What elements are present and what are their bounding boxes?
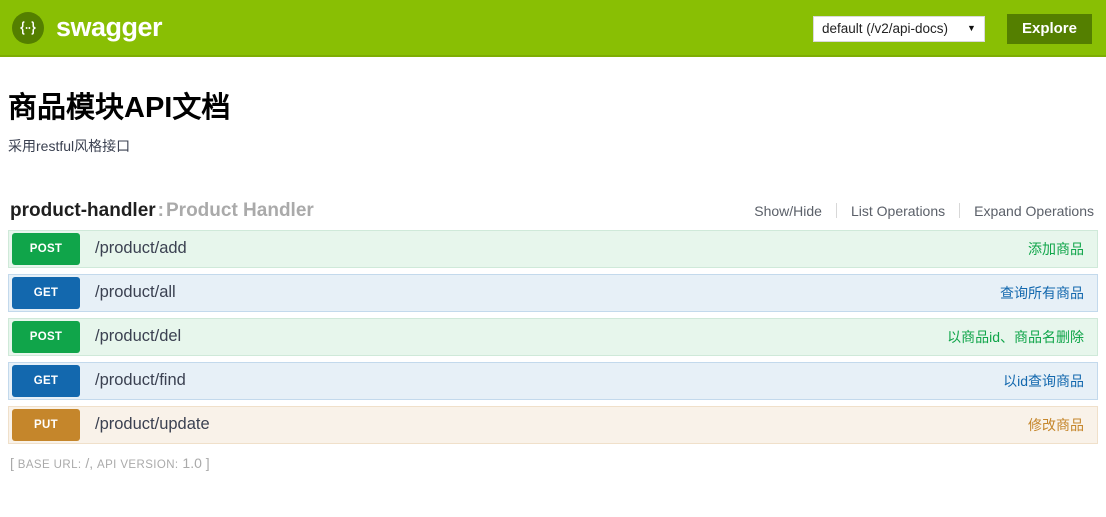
api-version-value: 1.0 <box>182 454 202 471</box>
operation-summary: 以商品id、商品名删除 <box>947 328 1084 345</box>
operation-method-badge: GET <box>12 364 80 397</box>
api-spec-select[interactable]: default (/v2/api-docs) ▼ <box>812 15 985 42</box>
operation-row[interactable]: POST /product/add 添加商品 <box>8 229 1098 268</box>
topbar-controls: default (/v2/api-docs) ▼ Explore <box>812 0 1092 57</box>
operation-summary: 以id查询商品 <box>1003 372 1084 389</box>
operation-method-badge: GET <box>12 276 80 309</box>
operation-path[interactable]: /product/all <box>80 284 1000 301</box>
footer-close-bracket: ] <box>205 454 210 471</box>
resource-separator: : <box>157 199 164 221</box>
swagger-braces-icon <box>12 11 44 44</box>
resource-id: product-handler <box>10 199 156 221</box>
operation-path[interactable]: /product/del <box>80 328 947 345</box>
api-spec-select-value: default (/v2/api-docs) <box>821 21 949 36</box>
operation-summary: 查询所有商品 <box>1000 284 1084 301</box>
operation-row[interactable]: POST /product/del 以商品id、商品名删除 <box>8 317 1098 356</box>
list-operations-link[interactable]: List Operations <box>837 203 959 219</box>
operation-row[interactable]: PUT /product/update 修改商品 <box>8 405 1098 444</box>
resource-options: Show/Hide List Operations Expand Operati… <box>754 203 1096 219</box>
footer-info: [ BASE URL: /, API VERSION: 1.0 ] <box>8 455 1098 473</box>
footer-open-bracket: [ <box>10 454 14 471</box>
operation-method-badge: PUT <box>12 408 80 441</box>
api-description: 采用restful风格接口 <box>8 138 131 155</box>
swagger-brand-link[interactable]: swagger <box>12 11 163 44</box>
show-hide-link[interactable]: Show/Hide <box>754 203 836 219</box>
page-title: 商品模块API文档 <box>8 92 231 124</box>
resource-title[interactable]: product-handler: Product Handler <box>10 201 314 220</box>
brand-title: swagger <box>56 12 163 42</box>
operation-path[interactable]: /product/update <box>80 416 1028 433</box>
operation-summary: 修改商品 <box>1028 416 1084 433</box>
operation-method-badge: POST <box>12 232 80 265</box>
expand-operations-link[interactable]: Expand Operations <box>960 203 1096 219</box>
api-info: 商品模块API文档 采用restful风格接口 <box>8 57 1098 156</box>
operation-summary: 添加商品 <box>1028 240 1084 257</box>
topbar: swagger default (/v2/api-docs) ▼ Explore <box>0 0 1106 57</box>
operations-list: POST /product/add 添加商品 GET /product/all … <box>8 229 1098 444</box>
resource-description: Product Handler <box>166 199 314 221</box>
main-content: 商品模块API文档 采用restful风格接口 product-handler:… <box>0 57 1106 472</box>
explore-button[interactable]: Explore <box>1006 13 1092 44</box>
base-url-label: BASE URL: <box>17 458 82 471</box>
resource-product-handler: product-handler: Product Handler Show/Hid… <box>8 201 1098 444</box>
operation-path[interactable]: /product/add <box>80 240 1028 257</box>
operation-row[interactable]: GET /product/find 以id查询商品 <box>8 361 1098 400</box>
chevron-down-icon: ▼ <box>967 23 976 33</box>
resource-header: product-handler: Product Handler Show/Hid… <box>8 201 1098 230</box>
footer-comma: , <box>89 454 94 471</box>
operation-row[interactable]: GET /product/all 查询所有商品 <box>8 273 1098 312</box>
operation-path[interactable]: /product/find <box>80 372 1003 389</box>
api-version-label: API VERSION: <box>97 458 179 471</box>
operation-method-badge: POST <box>12 320 80 353</box>
